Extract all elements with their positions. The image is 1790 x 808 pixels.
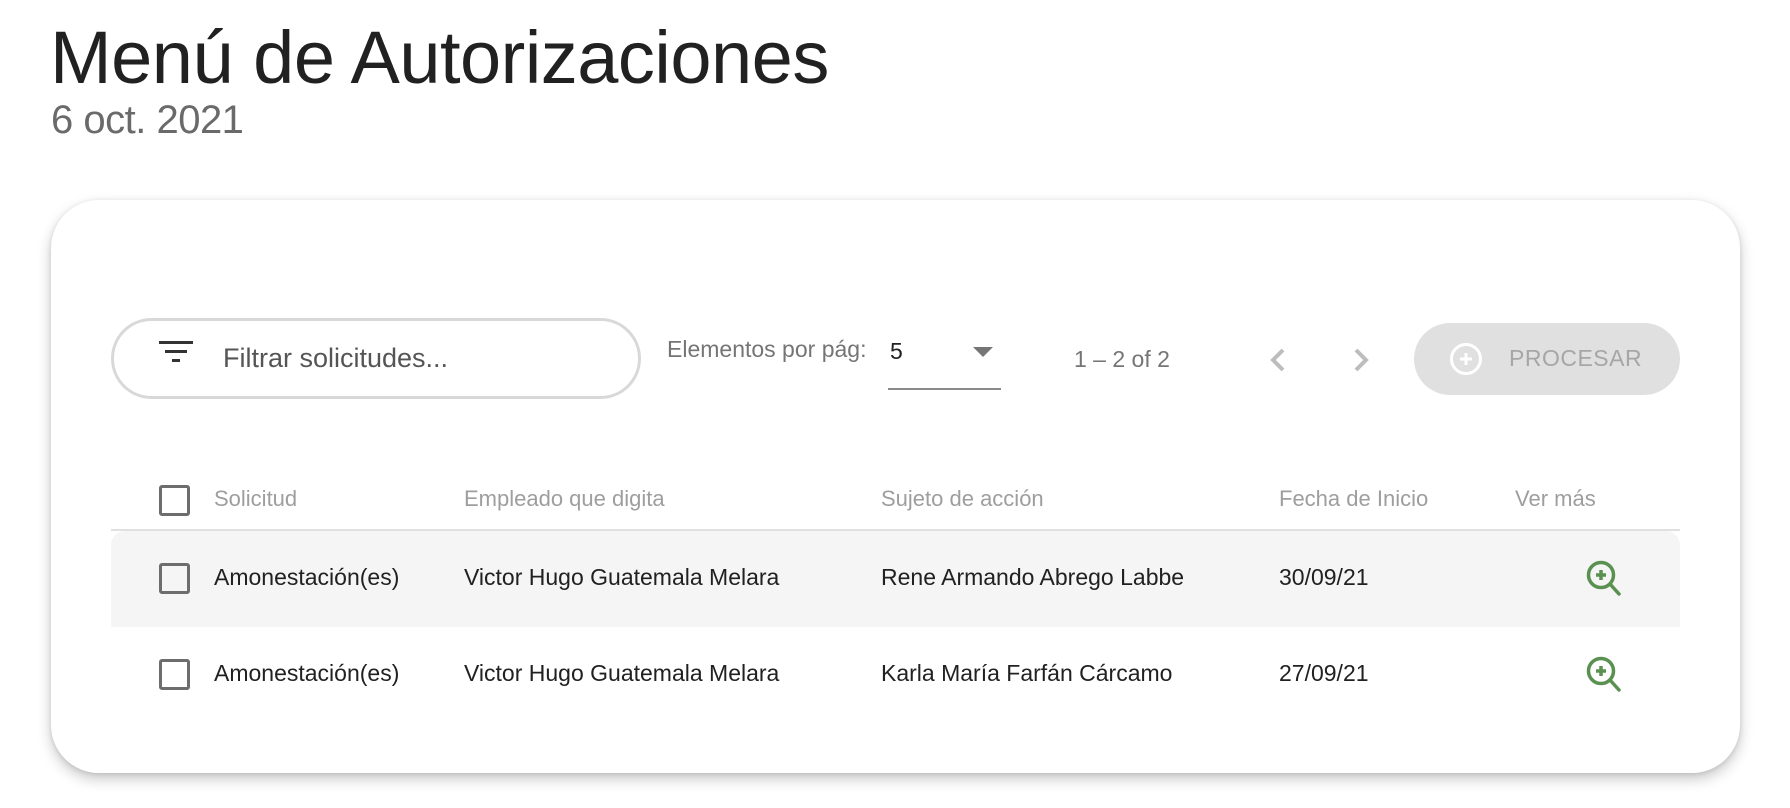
zoom-in-icon bbox=[1586, 560, 1621, 596]
cell-empleado: Victor Hugo Guatemala Melara bbox=[464, 564, 780, 590]
authorizations-table: Solicitud Empleado que digita Sujeto de … bbox=[111, 472, 1680, 723]
view-more-button[interactable] bbox=[1584, 654, 1626, 696]
authorizations-card: Elementos por pág: 5 1 – 2 of 2 PROCESAR… bbox=[51, 200, 1740, 773]
next-page-button[interactable] bbox=[1338, 338, 1382, 382]
column-header-ver-mas: Ver más bbox=[1515, 486, 1596, 511]
table-header-row: Solicitud Empleado que digita Sujeto de … bbox=[111, 472, 1680, 531]
row-checkbox[interactable] bbox=[159, 563, 190, 594]
cell-solicitud: Amonestación(es) bbox=[214, 660, 400, 686]
cell-sujeto: Rene Armando Abrego Labbe bbox=[881, 564, 1185, 590]
table-row[interactable]: Amonestación(es) Victor Hugo Guatemala M… bbox=[111, 531, 1680, 627]
cell-sujeto: Karla María Farfán Cárcamo bbox=[881, 660, 1173, 686]
zoom-in-icon bbox=[1586, 656, 1621, 692]
previous-page-button[interactable] bbox=[1257, 338, 1301, 382]
add-circle-outline-icon bbox=[1450, 343, 1482, 375]
filter-list-icon bbox=[159, 341, 193, 367]
process-button[interactable]: PROCESAR bbox=[1414, 323, 1680, 395]
cell-fecha: 27/09/21 bbox=[1279, 660, 1369, 686]
page-date: 6 oct. 2021 bbox=[51, 98, 244, 142]
cell-fecha: 30/09/21 bbox=[1279, 564, 1369, 590]
cell-empleado: Victor Hugo Guatemala Melara bbox=[464, 660, 780, 686]
per-page-label: Elementos por pág: bbox=[667, 336, 867, 362]
column-header-solicitud[interactable]: Solicitud bbox=[214, 486, 297, 512]
chevron-left-icon bbox=[1270, 348, 1285, 372]
process-button-label: PROCESAR bbox=[1509, 345, 1643, 371]
per-page-value: 5 bbox=[890, 338, 903, 364]
view-more-button[interactable] bbox=[1584, 558, 1626, 600]
column-header-fecha[interactable]: Fecha de Inicio bbox=[1279, 486, 1428, 512]
filter-input[interactable] bbox=[223, 339, 613, 377]
select-all-checkbox[interactable] bbox=[159, 485, 190, 516]
dropdown-arrow-icon bbox=[973, 347, 993, 357]
filter-field[interactable] bbox=[111, 318, 641, 399]
column-header-sujeto[interactable]: Sujeto de acción bbox=[881, 486, 1044, 512]
row-checkbox[interactable] bbox=[159, 659, 190, 690]
table-row[interactable]: Amonestación(es) Victor Hugo Guatemala M… bbox=[111, 627, 1680, 723]
cell-solicitud: Amonestación(es) bbox=[214, 564, 400, 590]
per-page-select[interactable]: 5 bbox=[888, 328, 1001, 390]
page-range-label: 1 – 2 of 2 bbox=[1074, 346, 1170, 372]
column-header-empleado[interactable]: Empleado que digita bbox=[464, 486, 665, 512]
page-title: Menú de Autorizaciones bbox=[50, 16, 829, 99]
chevron-right-icon bbox=[1354, 348, 1369, 372]
